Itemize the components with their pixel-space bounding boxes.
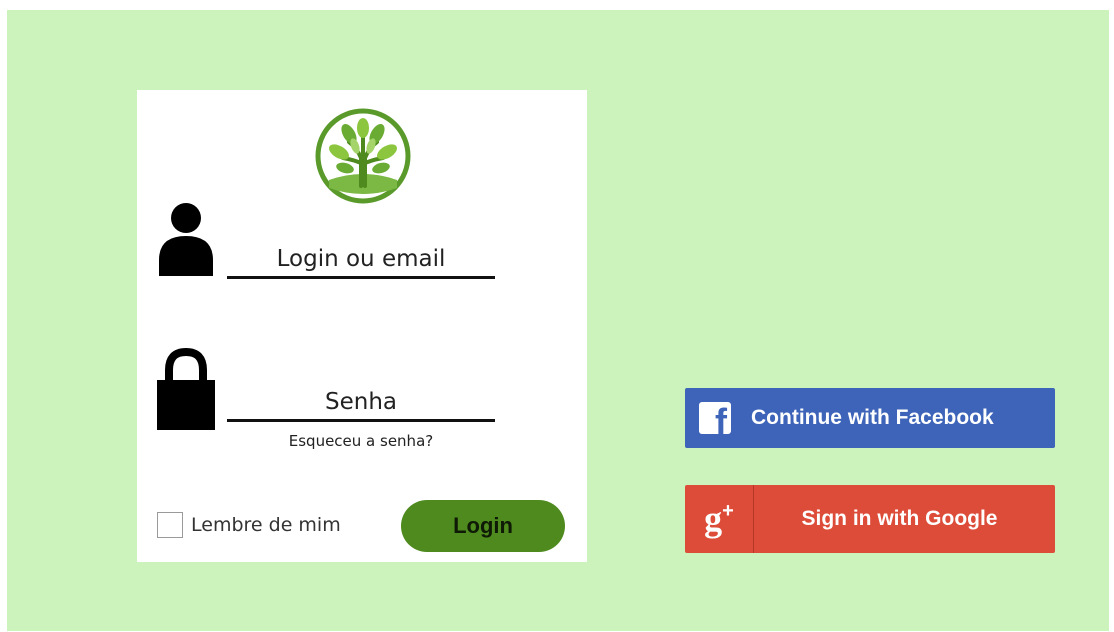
lock-icon [157, 347, 215, 430]
google-button-label: Sign in with Google [801, 507, 998, 530]
page-background: Login ou email Senha Esqueceu a senha? L… [7, 10, 1109, 631]
forgot-password-link[interactable]: Esqueceu a senha? [227, 432, 495, 450]
continue-with-facebook-button[interactable]: f Continue with Facebook [685, 388, 1055, 448]
sign-in-with-google-button[interactable]: g+ Sign in with Google [685, 485, 1055, 553]
facebook-icon: f [699, 402, 731, 434]
tree-logo-icon [315, 108, 411, 204]
login-email-input[interactable]: Login ou email [227, 239, 495, 279]
remember-me-label: Lembre de mim [191, 514, 341, 536]
login-card: Login ou email Senha Esqueceu a senha? L… [137, 90, 587, 562]
user-icon [159, 203, 213, 276]
password-input[interactable]: Senha [227, 382, 495, 422]
facebook-button-label: Continue with Facebook [751, 406, 994, 429]
remember-me[interactable]: Lembre de mim [157, 512, 341, 538]
google-plus-icon: g+ [685, 485, 754, 553]
remember-me-checkbox[interactable] [157, 512, 183, 538]
login-button[interactable]: Login [401, 500, 565, 552]
